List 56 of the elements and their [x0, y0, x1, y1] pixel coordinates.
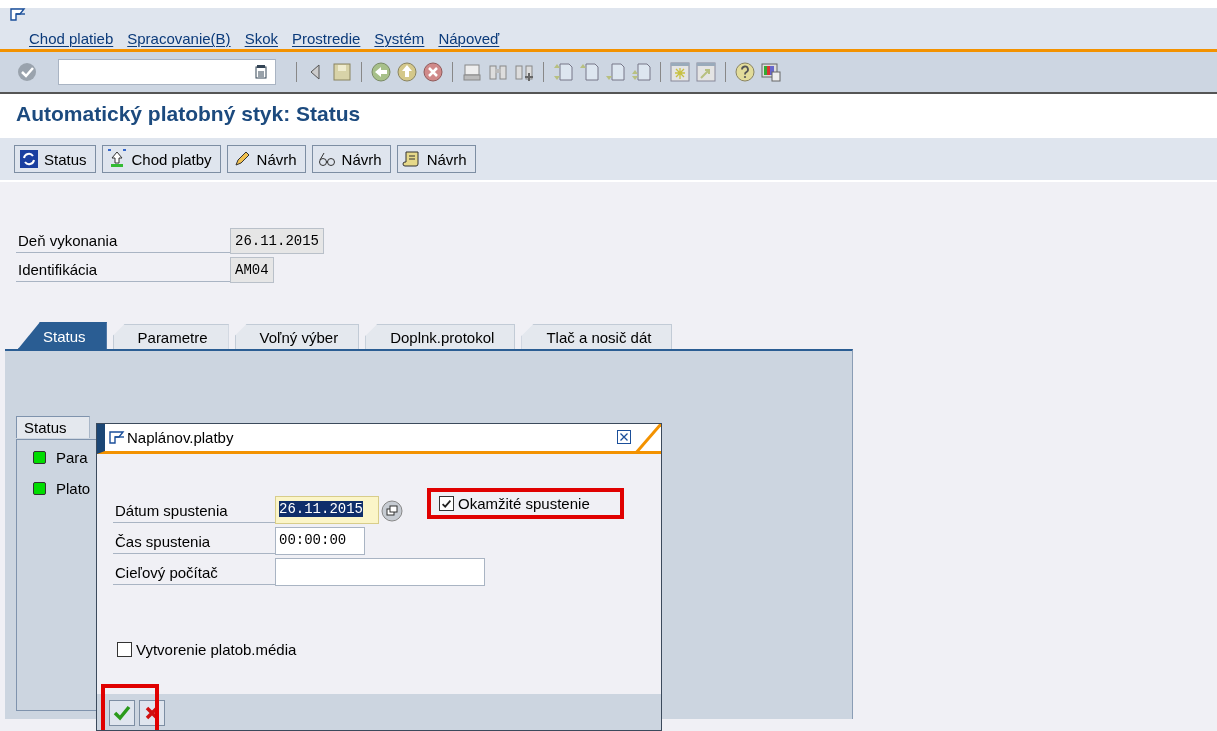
status-text: Plato [56, 480, 91, 497]
back-icon[interactable] [370, 61, 392, 83]
menu-item[interactable]: Systém [367, 30, 432, 47]
checkbox[interactable]: Vytvorenie platob.média [113, 639, 301, 660]
toolbar-button[interactable]: Návrh [396, 145, 476, 173]
first-page-icon[interactable] [552, 61, 574, 83]
command-field[interactable] [58, 59, 276, 85]
dropdown-icon[interactable] [255, 65, 267, 79]
new-window-icon[interactable] [669, 61, 691, 83]
tab[interactable]: Status [16, 416, 90, 438]
cancel-icon[interactable] [422, 61, 444, 83]
save-icon[interactable] [331, 61, 353, 83]
readonly-field: AM04 [230, 257, 274, 283]
upload-icon [106, 149, 127, 169]
close-icon[interactable] [617, 430, 631, 444]
menu-item[interactable]: Chod platieb [22, 30, 121, 47]
toolbar-button[interactable]: Chod platby [101, 145, 221, 173]
menu-item[interactable]: Nápoveď [431, 30, 507, 47]
tab[interactable]: Status [18, 322, 107, 349]
last-page-icon[interactable] [630, 61, 652, 83]
system-menu-icon[interactable] [109, 430, 125, 445]
print-icon[interactable] [461, 61, 483, 83]
tab[interactable]: Doplnk.protokol [365, 324, 516, 349]
help-icon[interactable] [734, 61, 756, 83]
page-title: Automatický platobný styk: Status [16, 102, 361, 126]
scroll-icon [401, 149, 422, 169]
toolbar-button[interactable]: Návrh [311, 145, 391, 173]
shortcut-icon[interactable] [695, 61, 717, 83]
toolbar-button[interactable]: Návrh [226, 145, 306, 173]
field-label: Identifikácia [16, 259, 230, 282]
tab[interactable]: Tlač a nosič dát [521, 324, 673, 349]
toolbar-button[interactable]: Status [14, 145, 96, 173]
readonly-field: 26.11.2015 [230, 228, 324, 254]
confirm-button[interactable] [109, 700, 135, 726]
refresh-icon [19, 149, 39, 169]
tab[interactable]: Parametre [112, 324, 229, 349]
input-field[interactable]: 26.11.2015 [275, 496, 379, 524]
value-help-button[interactable] [381, 500, 403, 522]
menu-item[interactable]: Prostredie [285, 30, 368, 47]
layout-icon[interactable] [760, 61, 782, 83]
field-label: Deň vykonania [16, 230, 230, 253]
check-icon [112, 703, 132, 723]
checkmark-icon [440, 498, 453, 511]
checkbox[interactable]: Okamžité spustenie [431, 492, 620, 515]
tab[interactable]: Voľný výber [234, 324, 360, 349]
next-page-icon[interactable] [604, 61, 626, 83]
menu-item[interactable]: Skok [237, 30, 285, 47]
check-icon[interactable] [16, 61, 38, 83]
input-field[interactable]: 00:00:00 [275, 527, 365, 555]
dialog-title: Naplánov.platby [127, 429, 234, 446]
previous-page-icon[interactable] [578, 61, 600, 83]
status-text: Para [56, 449, 88, 466]
menu-item[interactable]: Spracovanie(B) [120, 30, 238, 47]
input-field[interactable] [275, 558, 485, 586]
exit-icon[interactable] [396, 61, 418, 83]
system-menu-icon[interactable] [10, 8, 26, 22]
